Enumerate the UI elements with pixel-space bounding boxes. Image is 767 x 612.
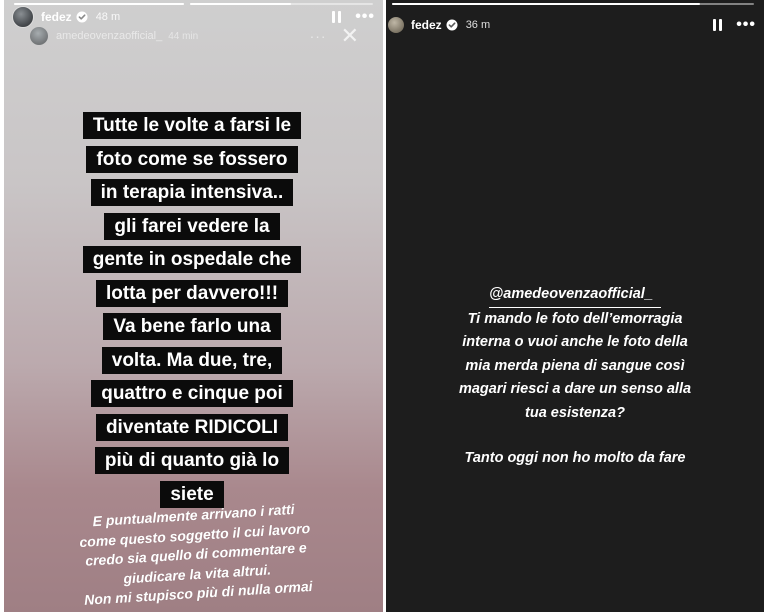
reply-line: Ti mando le foto dell’emorragia	[467, 310, 683, 327]
quote-line: volta. Ma due, tre,	[101, 346, 283, 374]
story-caption-text: E puntualmente arrivano i ratti come que…	[21, 496, 370, 612]
quote-line: Tutte le volte a farsi le	[82, 112, 302, 139]
story-progress-fill	[14, 3, 184, 5]
quote-line: più di quanto già lo	[94, 447, 290, 474]
story-timestamp: 36 m	[465, 19, 491, 31]
closing-line: Tanto oggi non ho molto da fare	[464, 450, 686, 466]
left-story-panel: fedez 48 m ••• amedeovenzaofficial_ 44 m…	[4, 0, 383, 612]
more-dots-icon[interactable]: •••	[355, 9, 375, 25]
quote-line: gli farei vedere la	[104, 212, 280, 240]
pause-icon[interactable]	[332, 11, 342, 23]
story-reply-text: @amedeovenzaofficial_ Ti mando le foto d…	[402, 283, 748, 471]
mention-link[interactable]: @amedeovenzaofficial_	[489, 283, 661, 308]
repost-timestamp: 44 min	[168, 30, 199, 42]
repost-avatar	[30, 27, 48, 45]
reply-line: interna o vuoi anche le foto della	[462, 334, 688, 350]
quote-line: in terapia intensiva..	[90, 179, 294, 206]
story-timestamp: 48 m	[95, 11, 121, 23]
quote-line: Va bene farlo una	[103, 313, 281, 340]
reposted-story-header: amedeovenzaofficial_ 44 min ··· ✕	[30, 24, 359, 48]
repost-close-icon: ✕	[340, 23, 359, 48]
quote-line: quattro e cinque poi	[91, 380, 293, 407]
verified-badge-icon	[76, 11, 88, 23]
verified-badge-icon	[446, 19, 458, 31]
more-dots-icon[interactable]: •••	[736, 17, 756, 33]
repost-more-icon: ···	[309, 28, 327, 44]
reply-line: tua esistenza?	[525, 404, 625, 421]
story-progress-segment-1	[392, 3, 754, 5]
story-username[interactable]: fedez	[41, 10, 72, 24]
quote-line: foto come se fossero	[86, 145, 298, 173]
quote-line: siete	[160, 480, 224, 508]
reply-line: magari riesci a dare un senso alla	[458, 381, 692, 397]
story-progress-segment-1	[14, 3, 184, 5]
avatar[interactable]	[388, 17, 404, 33]
highlighted-quote-text: Tutte le volte a farsi le foto come se f…	[32, 110, 352, 512]
story-progress-fill	[392, 3, 700, 5]
quote-line: diventate RIDICOLI	[95, 413, 289, 441]
story-username[interactable]: fedez	[411, 18, 442, 32]
quote-line: lotta per davvero!!!	[95, 279, 289, 307]
right-story-panel: fedez 36 m ••• @amedeovenzaofficial_ Ti …	[386, 0, 764, 612]
story-progress-segment-2	[190, 3, 373, 5]
story-header: fedez 36 m •••	[388, 14, 756, 36]
story-progress-fill	[190, 3, 291, 5]
reply-line: mia merda piena di sangue così	[465, 357, 685, 374]
quote-line: gente in ospedale che	[82, 246, 302, 273]
repost-username: amedeovenzaofficial_	[56, 30, 163, 42]
pause-icon[interactable]	[713, 19, 723, 31]
